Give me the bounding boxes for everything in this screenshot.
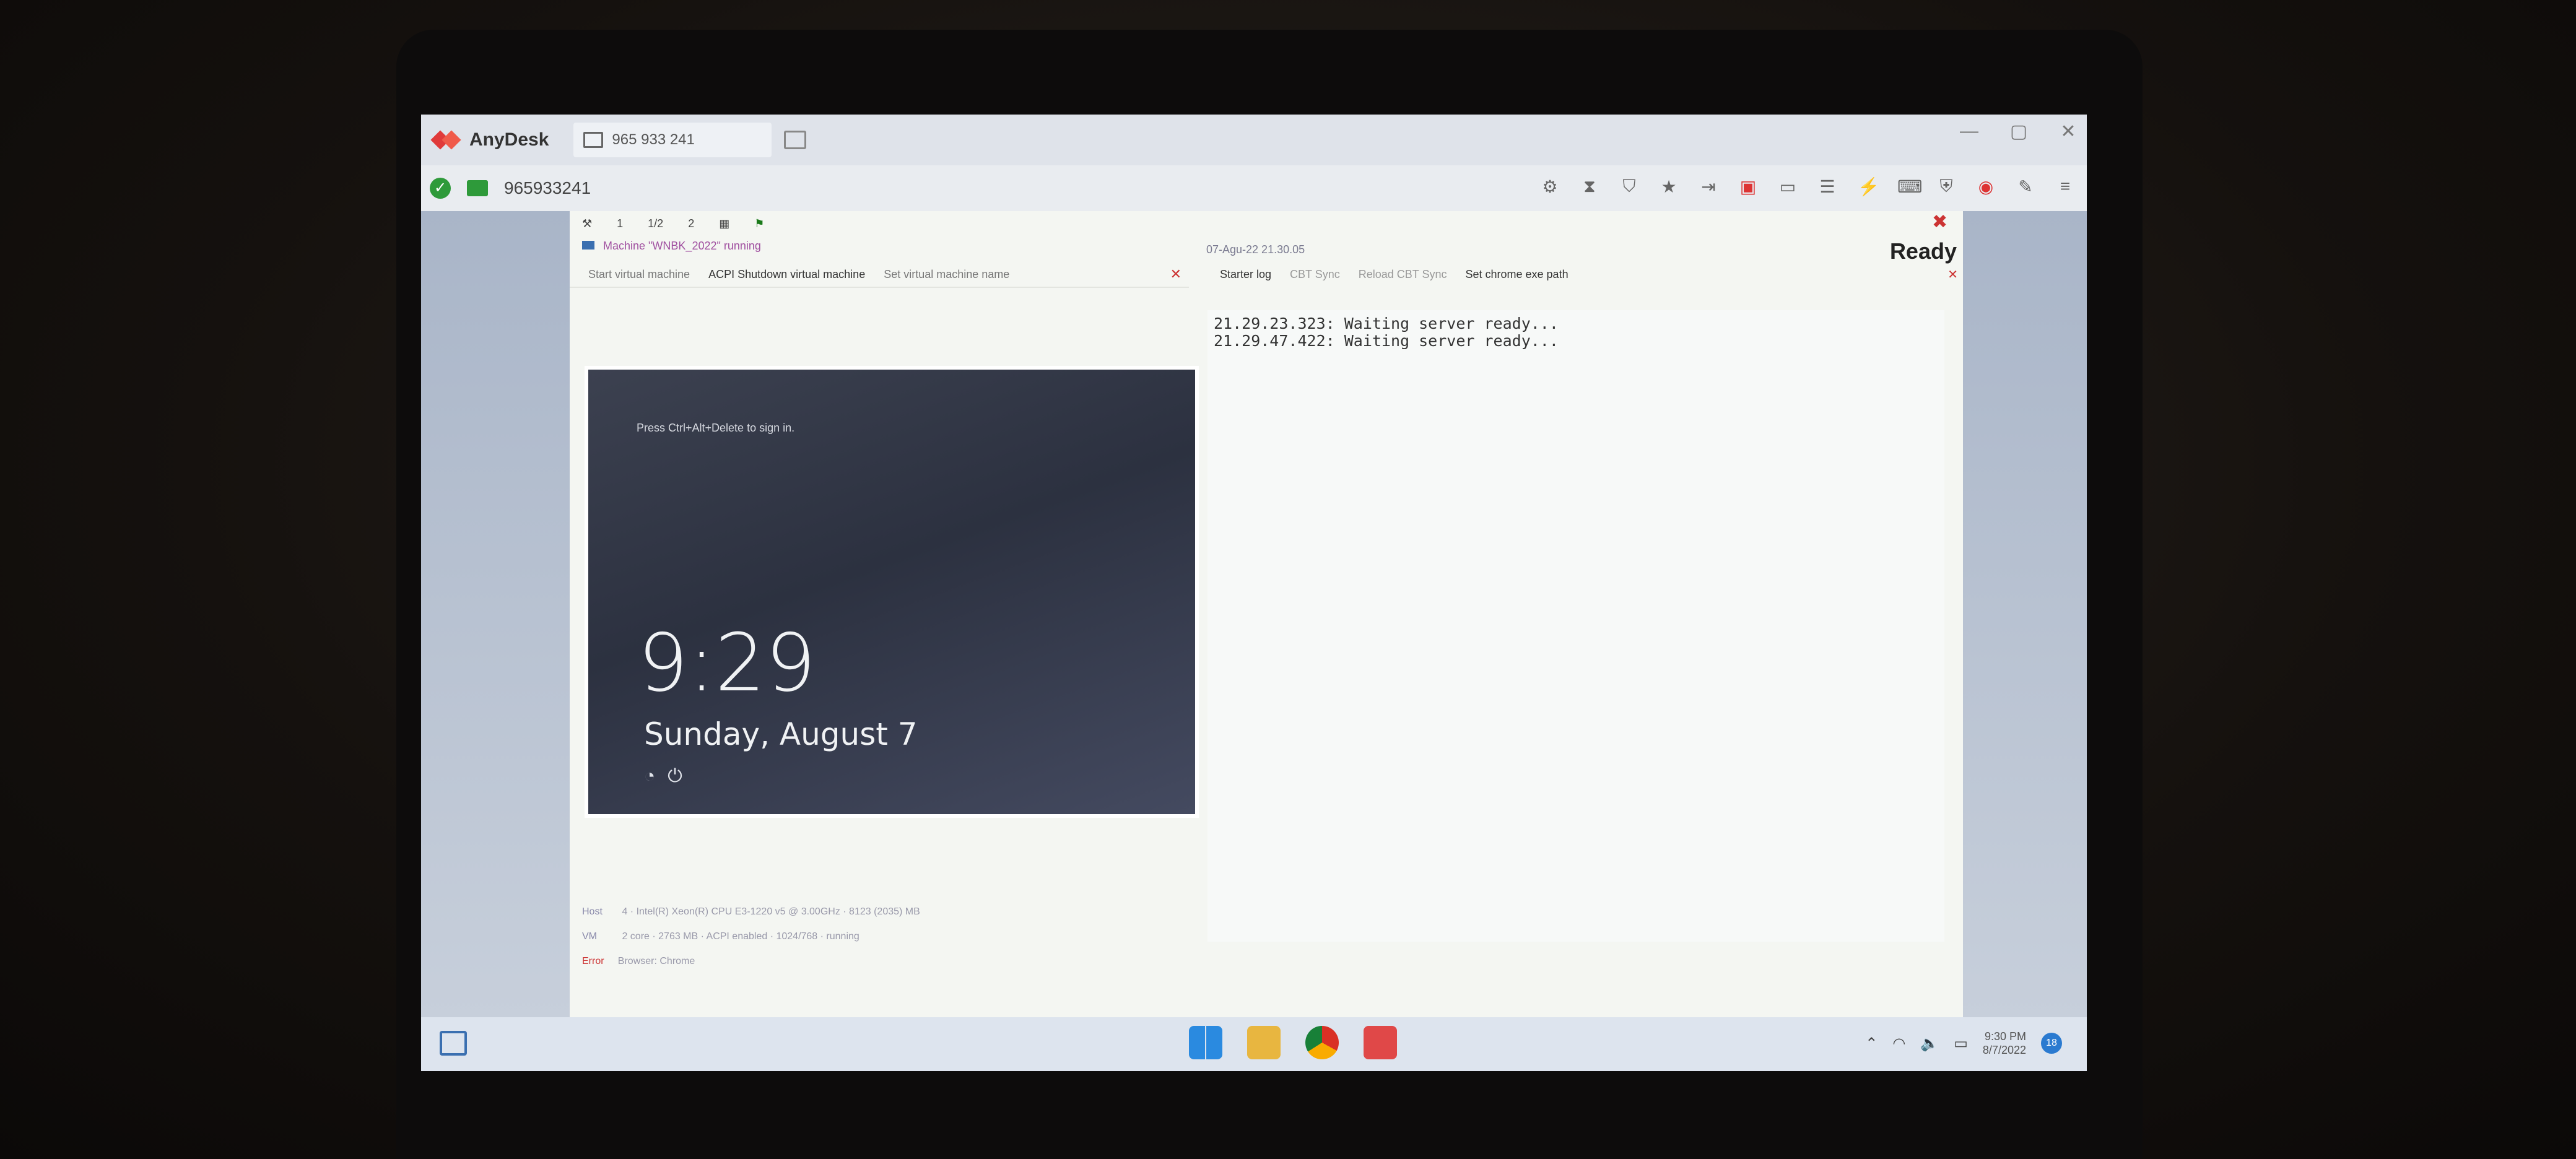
- ease-of-access-icon[interactable]: ◔: [644, 766, 655, 787]
- lock-date: Sunday, August 7: [644, 716, 918, 752]
- notification-badge[interactable]: 18: [2041, 1033, 2062, 1054]
- toolbar-item-3[interactable]: 2: [688, 217, 694, 230]
- clock-date: 8/7/2022: [1982, 1044, 2026, 1056]
- error-indicator[interactable]: Error: [582, 956, 604, 966]
- settings-icon[interactable]: ⚙: [1541, 176, 1559, 197]
- machine-status-text: Machine "WNBK_2022" running: [603, 240, 761, 252]
- battery-icon[interactable]: ▭: [1954, 1035, 1968, 1053]
- chevron-up-icon[interactable]: ⌃: [1865, 1035, 1878, 1053]
- remote-wallpaper-left: [421, 211, 570, 1017]
- anydesk-taskbar-icon[interactable]: [1364, 1026, 1397, 1059]
- shield-icon[interactable]: ⛉: [1620, 176, 1638, 197]
- connected-check-icon: ✓: [430, 178, 451, 199]
- maximize-button[interactable]: ▢: [2006, 121, 2031, 142]
- volume-icon[interactable]: 🔈: [1920, 1035, 1939, 1053]
- window-controls: — ▢ ✕: [1957, 121, 2081, 142]
- new-tab-icon[interactable]: [784, 131, 807, 149]
- grid-icon[interactable]: ▦: [719, 217, 729, 230]
- vm-icon: [582, 241, 594, 250]
- status-row: Error Browser: Chrome: [582, 949, 920, 974]
- tab-set-chrome-path[interactable]: Set chrome exe path: [1465, 268, 1568, 281]
- remote-wallpaper-right: [1963, 211, 2087, 1017]
- log-line: 21.29.47.422: Waiting server ready...: [1214, 332, 1559, 350]
- keyboard-icon[interactable]: ⌨: [1897, 176, 1922, 197]
- action-lightning-icon[interactable]: ⚡: [1858, 176, 1879, 197]
- lock-clock: 9:29: [638, 617, 816, 710]
- remote-address[interactable]: 965933241: [504, 178, 591, 198]
- vm-manager-window: ⚒ 1 1/2 2 ▦ ⚑ Machine "WNBK_2022" runnin…: [570, 211, 1963, 1017]
- vm-lock-screen[interactable]: Press Ctrl+Alt+Delete to sign in. 9:29 S…: [588, 370, 1195, 814]
- minimize-button[interactable]: —: [1957, 121, 1982, 142]
- star-icon[interactable]: ★: [1660, 176, 1678, 197]
- session-tab[interactable]: 965 933 241: [573, 123, 772, 157]
- tools-icon[interactable]: ⚒: [582, 217, 592, 230]
- right-pane-tabs: Starter log CBT Sync Reload CBT Sync Set…: [1201, 262, 1963, 287]
- power-icon[interactable]: ⏻: [668, 766, 682, 787]
- taskbar: ⌃ ◠ 🔈 ▭ 9:30 PM 8/7/2022 18: [421, 1017, 2087, 1071]
- permissions-icon[interactable]: ⛨: [1937, 176, 1956, 197]
- anydesk-titlebar: AnyDesk 965 933 241 — ▢ ✕: [421, 115, 2087, 165]
- set-vm-name-button[interactable]: Set virtual machine name: [884, 268, 1009, 281]
- wifi-icon[interactable]: ◠: [1892, 1035, 1905, 1053]
- message-icon[interactable]: ☰: [1818, 176, 1837, 197]
- file-explorer-icon[interactable]: [1247, 1026, 1281, 1059]
- remote-desktop[interactable]: ⚒ 1 1/2 2 ▦ ⚑ Machine "WNBK_2022" runnin…: [421, 211, 2087, 1017]
- host-value: 4 · Intel(R) Xeon(R) CPU E3-1220 v5 @ 3.…: [622, 906, 920, 917]
- record-icon[interactable]: ◉: [1977, 176, 1995, 197]
- flag-icon[interactable]: ⚑: [754, 217, 764, 230]
- vm-info-row: VM 2 core · 2763 MB · ACPI enabled · 102…: [582, 924, 920, 949]
- start-vm-button[interactable]: Start virtual machine: [588, 268, 690, 281]
- timestamp: 07-Agu-22 21.30.05: [1206, 243, 1305, 256]
- vm-label: VM: [582, 931, 597, 942]
- host-info-row: Host 4 · Intel(R) Xeon(R) CPU E3-1220 v5…: [582, 900, 920, 924]
- sign-in-prompt: Press Ctrl+Alt+Delete to sign in.: [637, 422, 795, 434]
- log-line: 21.29.23.323: Waiting server ready...: [1214, 315, 1559, 332]
- right-pane-header: 07-Agu-22 21.30.05 Ready: [1201, 236, 1963, 264]
- anydesk-logo-icon: [432, 126, 461, 154]
- monitor-icon: [583, 132, 604, 148]
- log-output[interactable]: 21.29.23.323: Waiting server ready... 21…: [1208, 310, 1944, 942]
- lock-icons: ◔ ⏻: [644, 766, 682, 787]
- chrome-icon[interactable]: [1305, 1026, 1339, 1059]
- left-pane-toolbar: ⚒ 1 1/2 2 ▦ ⚑: [570, 211, 1201, 236]
- anydesk-toolbar: ✓ 965933241 ⚙ ⧗ ⛉ ★ ⇥ ▣ ▭ ☰ ⚡ ⌨ ⛨ ◉ ✎ ≡: [421, 165, 2087, 212]
- vm-actions: Start virtual machine ACPI Shutdown virt…: [570, 262, 1189, 288]
- vm-info: Host 4 · Intel(R) Xeon(R) CPU E3-1220 v5…: [582, 900, 920, 974]
- tab-starter-log[interactable]: Starter log: [1220, 268, 1271, 281]
- laptop-screen: AnyDesk 965 933 241 — ▢ ✕ ✓ 965933241 ⚙ …: [421, 115, 2087, 1071]
- chat-icon[interactable]: ▭: [1778, 176, 1797, 197]
- close-tab-icon[interactable]: ✕: [1947, 267, 1958, 282]
- host-label: Host: [582, 906, 603, 917]
- tab-reload-cbt-sync[interactable]: Reload CBT Sync: [1359, 268, 1447, 281]
- toolbar-actions: ⚙ ⧗ ⛉ ★ ⇥ ▣ ▭ ☰ ⚡ ⌨ ⛨ ◉ ✎ ≡: [1541, 176, 2074, 197]
- remote-monitor-icon[interactable]: [467, 180, 488, 196]
- toolbar-item-2[interactable]: 1/2: [648, 217, 663, 230]
- session-tab-label: 965 933 241: [612, 131, 695, 148]
- clock[interactable]: 9:30 PM 8/7/2022: [1983, 1030, 2026, 1057]
- ready-status: Ready: [1889, 238, 1957, 264]
- menu-icon[interactable]: ≡: [2056, 176, 2074, 197]
- acpi-shutdown-button[interactable]: ACPI Shutdown virtual machine: [708, 268, 865, 281]
- close-icon[interactable]: ✕: [1170, 266, 1181, 282]
- app-name: AnyDesk: [469, 129, 549, 150]
- display-icon[interactable]: ▣: [1739, 176, 1757, 197]
- hourglass-icon[interactable]: ⧗: [1580, 176, 1599, 197]
- vm-value: 2 core · 2763 MB · ACPI enabled · 1024/7…: [622, 931, 859, 942]
- machine-status: Machine "WNBK_2022" running: [582, 240, 761, 253]
- tab-cbt-sync[interactable]: CBT Sync: [1290, 268, 1340, 281]
- draw-pen-icon[interactable]: ✎: [2016, 176, 2035, 197]
- close-button[interactable]: ✕: [2056, 121, 2081, 142]
- file-transfer-icon[interactable]: ⇥: [1699, 176, 1718, 197]
- browser-indicator: Browser: Chrome: [617, 956, 695, 966]
- widgets-icon[interactable]: [440, 1031, 467, 1056]
- taskbar-apps: [1189, 1026, 1397, 1059]
- start-windows-icon[interactable]: [1189, 1026, 1222, 1059]
- clock-time: 9:30 PM: [1984, 1030, 2026, 1043]
- system-tray: ⌃ ◠ 🔈 ▭ 9:30 PM 8/7/2022 18: [1865, 1030, 2062, 1057]
- toolbar-item-1[interactable]: 1: [617, 217, 623, 230]
- close-x-icon[interactable]: ✖: [1932, 211, 1947, 233]
